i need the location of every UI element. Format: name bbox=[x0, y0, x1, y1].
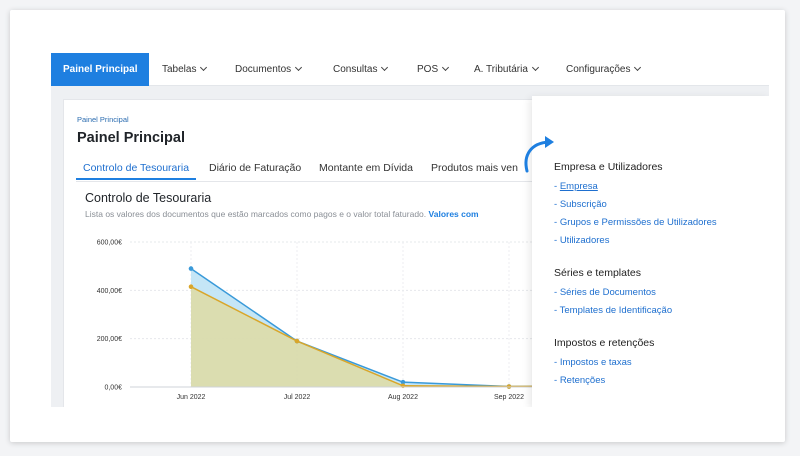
nav-tabelas[interactable]: Tabelas bbox=[162, 53, 208, 86]
nav-documentos[interactable]: Documentos bbox=[235, 53, 303, 86]
menu-item[interactable]: - Utilizadores bbox=[554, 235, 609, 246]
menu-group-heading: Agenda bbox=[554, 406, 590, 407]
menu-item[interactable]: - Impostos e taxas bbox=[554, 357, 632, 368]
configuracoes-dropdown: Empresa e Utilizadores - Empresa - Subscri… bbox=[532, 96, 769, 407]
treasury-chart: 0,00€ 200,00€ 400,00€ 600,00€ Jun 2022 Jul 20… bbox=[97, 240, 534, 401]
nav-pos-label: POS bbox=[417, 64, 439, 75]
data-point bbox=[294, 338, 300, 344]
menu-group-heading: Impostos e retenções bbox=[554, 337, 655, 349]
tab-diario-faturacao[interactable]: Diário de Faturação bbox=[209, 156, 301, 180]
nav-tabelas-label: Tabelas bbox=[162, 64, 197, 75]
menu-group-heading: Empresa e Utilizadores bbox=[554, 161, 663, 173]
menu-item[interactable]: - Templates de Identificação bbox=[554, 305, 672, 316]
menu-group-heading: Séries e templates bbox=[554, 267, 641, 279]
values-link[interactable]: Valores com bbox=[429, 209, 479, 219]
y-tick-label: 200,00€ bbox=[97, 336, 122, 343]
menu-item[interactable]: - Subscrição bbox=[554, 199, 607, 210]
tab-produtos-mais-vendidos[interactable]: Produtos mais ven bbox=[431, 156, 518, 180]
nav-pos[interactable]: POS bbox=[417, 53, 450, 86]
section-description-text: Lista os valores dos documentos que estã… bbox=[85, 209, 427, 219]
chevron-down-icon bbox=[295, 63, 303, 72]
section-title: Controlo de Tesouraria bbox=[85, 191, 212, 205]
chevron-down-icon bbox=[531, 63, 539, 72]
nav-autoridade-tributaria[interactable]: A. Tributária bbox=[474, 53, 539, 86]
series-area bbox=[191, 286, 534, 387]
nav-consultas-label: Consultas bbox=[333, 64, 378, 75]
nav-consultas[interactable]: Consultas bbox=[333, 53, 389, 86]
menu-item[interactable]: - Grupos e Permissões de Utilizadores bbox=[554, 217, 717, 228]
menu-item-label: Subscrição bbox=[559, 199, 607, 210]
x-tick-label: Sep 2022 bbox=[494, 394, 524, 401]
screenshot-frame: Painel Principal Tabelas Documentos Cons… bbox=[10, 10, 785, 442]
menu-item-label: Utilizadores bbox=[559, 235, 610, 246]
y-tick-label: 600,00€ bbox=[97, 240, 122, 247]
section-description: Lista os valores dos documentos que estã… bbox=[85, 209, 479, 219]
chevron-down-icon bbox=[200, 63, 208, 72]
nav-at-label: A. Tributária bbox=[474, 64, 528, 75]
menu-item-label: Séries de Documentos bbox=[559, 287, 656, 298]
menu-item[interactable]: - Empresa bbox=[554, 181, 598, 192]
x-tick-label: Aug 2022 bbox=[388, 394, 418, 401]
nav-configuracoes[interactable]: Configurações bbox=[566, 53, 642, 86]
pointer-arrow-icon bbox=[524, 136, 554, 173]
tab-montante-divida[interactable]: Montante em Dívida bbox=[319, 156, 413, 180]
chevron-down-icon bbox=[634, 63, 642, 72]
data-point bbox=[188, 266, 194, 271]
top-nav: Painel Principal Tabelas Documentos Cons… bbox=[51, 53, 769, 86]
nav-documentos-label: Documentos bbox=[235, 64, 292, 75]
x-tick-label: Jun 2022 bbox=[177, 394, 206, 401]
chevron-down-icon bbox=[381, 63, 389, 72]
nav-configuracoes-label: Configurações bbox=[566, 64, 631, 75]
menu-item-label: Empresa bbox=[559, 181, 598, 192]
dashboard-card: Painel Principal Painel Principal Contro… bbox=[63, 99, 534, 407]
y-tick-label: 400,00€ bbox=[97, 288, 122, 295]
breadcrumb[interactable]: Painel Principal bbox=[77, 115, 129, 124]
menu-item-label: Retenções bbox=[559, 375, 606, 386]
x-tick-label: Jul 2022 bbox=[284, 394, 311, 401]
menu-item[interactable]: - Retenções bbox=[554, 375, 605, 386]
chevron-down-icon bbox=[442, 63, 450, 72]
data-point bbox=[188, 284, 194, 290]
page-title: Painel Principal bbox=[77, 130, 185, 146]
menu-item-label: Grupos e Permissões de Utilizadores bbox=[559, 217, 717, 228]
app-screen: Painel Principal Tabelas Documentos Cons… bbox=[51, 53, 769, 407]
menu-item[interactable]: - Séries de Documentos bbox=[554, 287, 656, 298]
menu-item-label: Templates de Identificação bbox=[559, 305, 673, 316]
nav-painel-principal[interactable]: Painel Principal bbox=[51, 53, 150, 86]
tabs-divider bbox=[76, 181, 534, 182]
tab-controlo-tesouraria[interactable]: Controlo de Tesouraria bbox=[76, 156, 197, 180]
menu-item-label: Impostos e taxas bbox=[559, 357, 632, 368]
y-tick-label: 0,00€ bbox=[104, 385, 122, 392]
